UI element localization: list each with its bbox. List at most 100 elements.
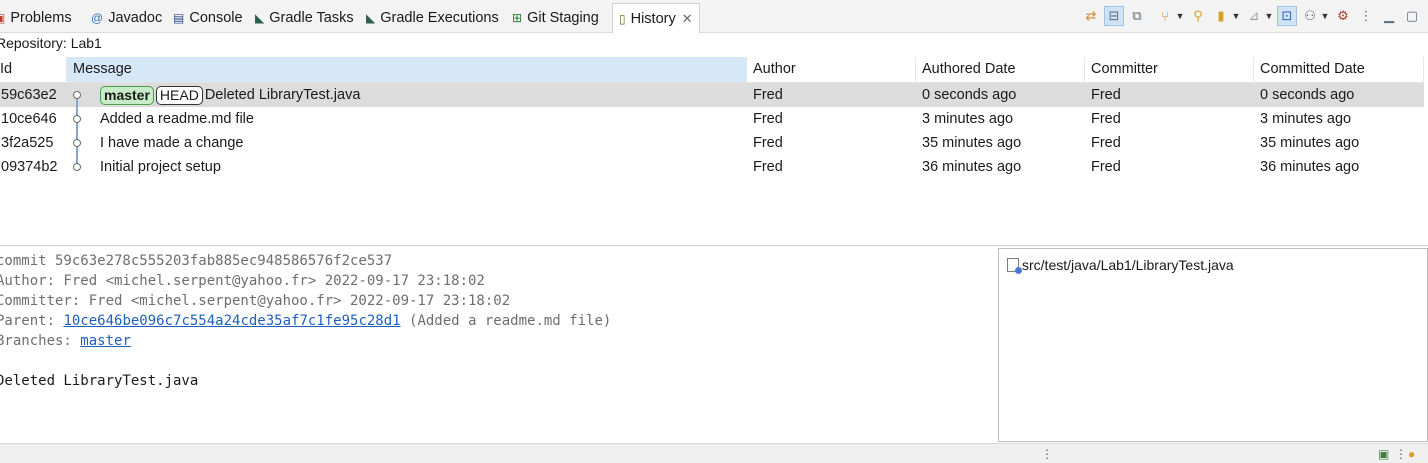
commit-committer: Fred (1091, 87, 1121, 103)
repository-icon[interactable]: ▮ (1211, 6, 1231, 26)
commit-committer: Fred (1091, 159, 1121, 175)
table-header: Id Message Author Authored Date Committe… (0, 57, 1424, 83)
layout-icon[interactable]: ⊡ (1277, 6, 1297, 26)
tab-javadoc[interactable]: @ Javadoc (91, 5, 162, 31)
column-header-message[interactable]: Message (67, 57, 747, 82)
authored-date: 36 minutes ago (922, 159, 1022, 175)
changed-file-item[interactable]: src/test/java/Lab1/LibraryTest.java (1007, 257, 1234, 274)
column-header-committed-date[interactable]: Committed Date (1254, 57, 1424, 82)
commit-hash-line: commit 59c63e278c555203fab885ec948586576… (0, 253, 393, 269)
search-icon[interactable]: ⚲ (1188, 6, 1208, 26)
git-action-icon[interactable]: ⚙ (1333, 6, 1353, 26)
progress-icon[interactable]: ▣ (1378, 447, 1389, 461)
history-icon: ▯ (619, 11, 626, 26)
problems-icon: ▣ (0, 12, 5, 24)
close-icon[interactable]: ✕ (682, 11, 693, 27)
authored-date: 35 minutes ago (922, 135, 1022, 151)
table-row[interactable]: 09374b2 Initial project setup Fred 36 mi… (0, 155, 1424, 179)
commit-author: Fred (753, 135, 783, 151)
commit-author: Fred (753, 159, 783, 175)
commit-full-message: Deleted LibraryTest.java (0, 373, 199, 389)
parent-label: Parent: (0, 313, 64, 329)
tab-label: Javadoc (108, 10, 163, 26)
deleted-file-icon (1007, 258, 1022, 274)
tab-label: Gradle Executions (380, 10, 499, 26)
committed-date: 0 seconds ago (1260, 87, 1355, 103)
table-row[interactable]: 3f2a525 I have made a change Fred 35 min… (0, 131, 1424, 155)
column-header-id[interactable]: Id (0, 57, 67, 82)
branches-line: Branches: master (0, 331, 131, 351)
commit-message: Added a readme.md file (100, 111, 254, 127)
authored-date: 3 minutes ago (922, 111, 1014, 127)
table-row[interactable]: 10ce646 Added a readme.md file Fred 3 mi… (0, 107, 1424, 131)
tab-label: Problems (10, 10, 72, 26)
column-header-authored-date[interactable]: Authored Date (916, 57, 1085, 82)
tab-gradle-tasks[interactable]: ◣ Gradle Tasks (255, 5, 354, 31)
filter-icon[interactable]: ⊟ (1104, 6, 1124, 26)
console-icon: ▤ (173, 11, 185, 25)
commit-id: 10ce646 (1, 111, 57, 127)
chevron-down-icon[interactable]: ▼ (1264, 6, 1274, 26)
link-with-selection-icon[interactable]: ⇄ (1081, 6, 1101, 26)
tab-label: Gradle Tasks (269, 10, 354, 26)
status-separator-icon: ⋮ (1041, 447, 1053, 461)
committed-date: 36 minutes ago (1260, 159, 1360, 175)
status-bar: ⋮ ▣ ⋮ ● (0, 443, 1428, 463)
history-table: Id Message Author Authored Date Committe… (0, 56, 1428, 246)
branches-label: Branches: (0, 333, 81, 349)
git-staging-icon: ⊞ (512, 11, 523, 25)
chevron-down-icon[interactable]: ▼ (1320, 6, 1330, 26)
collapse-icon[interactable]: ⊿ (1244, 6, 1264, 26)
commit-graph-node (73, 91, 81, 99)
compare-mode-icon[interactable]: ⧉ (1127, 6, 1147, 26)
commit-graph-node (73, 139, 81, 147)
commit-author: Fred (753, 87, 783, 103)
commit-author: Fred (753, 111, 783, 127)
commit-message: Initial project setup (100, 159, 221, 175)
tab-console[interactable]: ▤ Console (173, 5, 243, 31)
branch-ref-badge[interactable]: master (100, 85, 154, 105)
commit-message: Deleted LibraryTest.java (204, 87, 361, 103)
column-header-committer[interactable]: Committer (1085, 57, 1254, 82)
commit-graph-node (73, 163, 81, 171)
commit-detail-pane[interactable]: commit 59c63e278c555203fab885ec948586576… (0, 247, 997, 443)
tip-lightbulb-icon[interactable]: ● (1408, 447, 1415, 461)
chevron-down-icon[interactable]: ▼ (1231, 6, 1241, 26)
commit-graph-node (73, 115, 81, 123)
view-menu-icon[interactable]: ⋮ (1356, 6, 1376, 26)
tab-gradle-executions[interactable]: ◣ Gradle Executions (366, 5, 499, 31)
committed-date: 3 minutes ago (1260, 111, 1352, 127)
commit-id: 3f2a525 (1, 135, 54, 151)
branch-link[interactable]: master (80, 333, 131, 349)
minimize-icon[interactable]: ▁ (1379, 6, 1399, 26)
view-toolbar: ⇄ ⊟ ⧉ ⑂ ▼ ⚲ ▮ ▼ ⊿ ▼ ⊡ ⚇ ▼ ⚙ ⋮ ▁ ▢ (1078, 5, 1422, 27)
changed-files-pane: src/test/java/Lab1/LibraryTest.java (998, 248, 1428, 442)
author-line: Author: Fred <michel.serpent@yahoo.fr> 2… (0, 273, 485, 289)
committer-line: Committer: Fred <michel.serpent@yahoo.fr… (0, 293, 511, 309)
commit-id: 59c63e2 (1, 87, 57, 103)
tab-label: Git Staging (527, 10, 599, 26)
show-all-branches-icon[interactable]: ⑂ (1155, 6, 1175, 26)
tab-label: Console (189, 10, 243, 26)
commit-committer: Fred (1091, 135, 1121, 151)
authored-date: 0 seconds ago (922, 87, 1017, 103)
tab-git-staging[interactable]: ⊞ Git Staging (512, 5, 599, 31)
javadoc-icon: @ (91, 11, 104, 25)
commit-message: I have made a change (100, 135, 244, 151)
chevron-down-icon[interactable]: ▼ (1175, 6, 1185, 26)
tab-history[interactable]: ▯ History ✕ (612, 3, 700, 33)
commit-committer: Fred (1091, 111, 1121, 127)
status-separator-icon: ⋮ (1395, 447, 1407, 461)
gradle-elephant-icon: ◣ (255, 11, 265, 25)
tab-problems[interactable]: ▣ Problems (0, 5, 72, 31)
tab-label: History (630, 10, 676, 27)
column-header-author[interactable]: Author (747, 57, 916, 82)
parent-commit-link[interactable]: 10ce646be096c7c554a24cde35af7c1fe95c28d1 (63, 313, 400, 329)
view-tab-bar: ▣ Problems @ Javadoc ▤ Console ◣ Gradle … (0, 0, 1428, 33)
gradle-elephant-icon: ◣ (366, 11, 376, 25)
table-row[interactable]: 59c63e2 master HEAD Deleted LibraryTest.ja… (0, 83, 1424, 107)
branch-graph-icon[interactable]: ⚇ (1300, 6, 1320, 26)
head-ref-badge[interactable]: HEAD (155, 85, 203, 105)
maximize-icon[interactable]: ▢ (1402, 6, 1422, 26)
parent-description: (Added a readme.md file) (400, 313, 612, 329)
